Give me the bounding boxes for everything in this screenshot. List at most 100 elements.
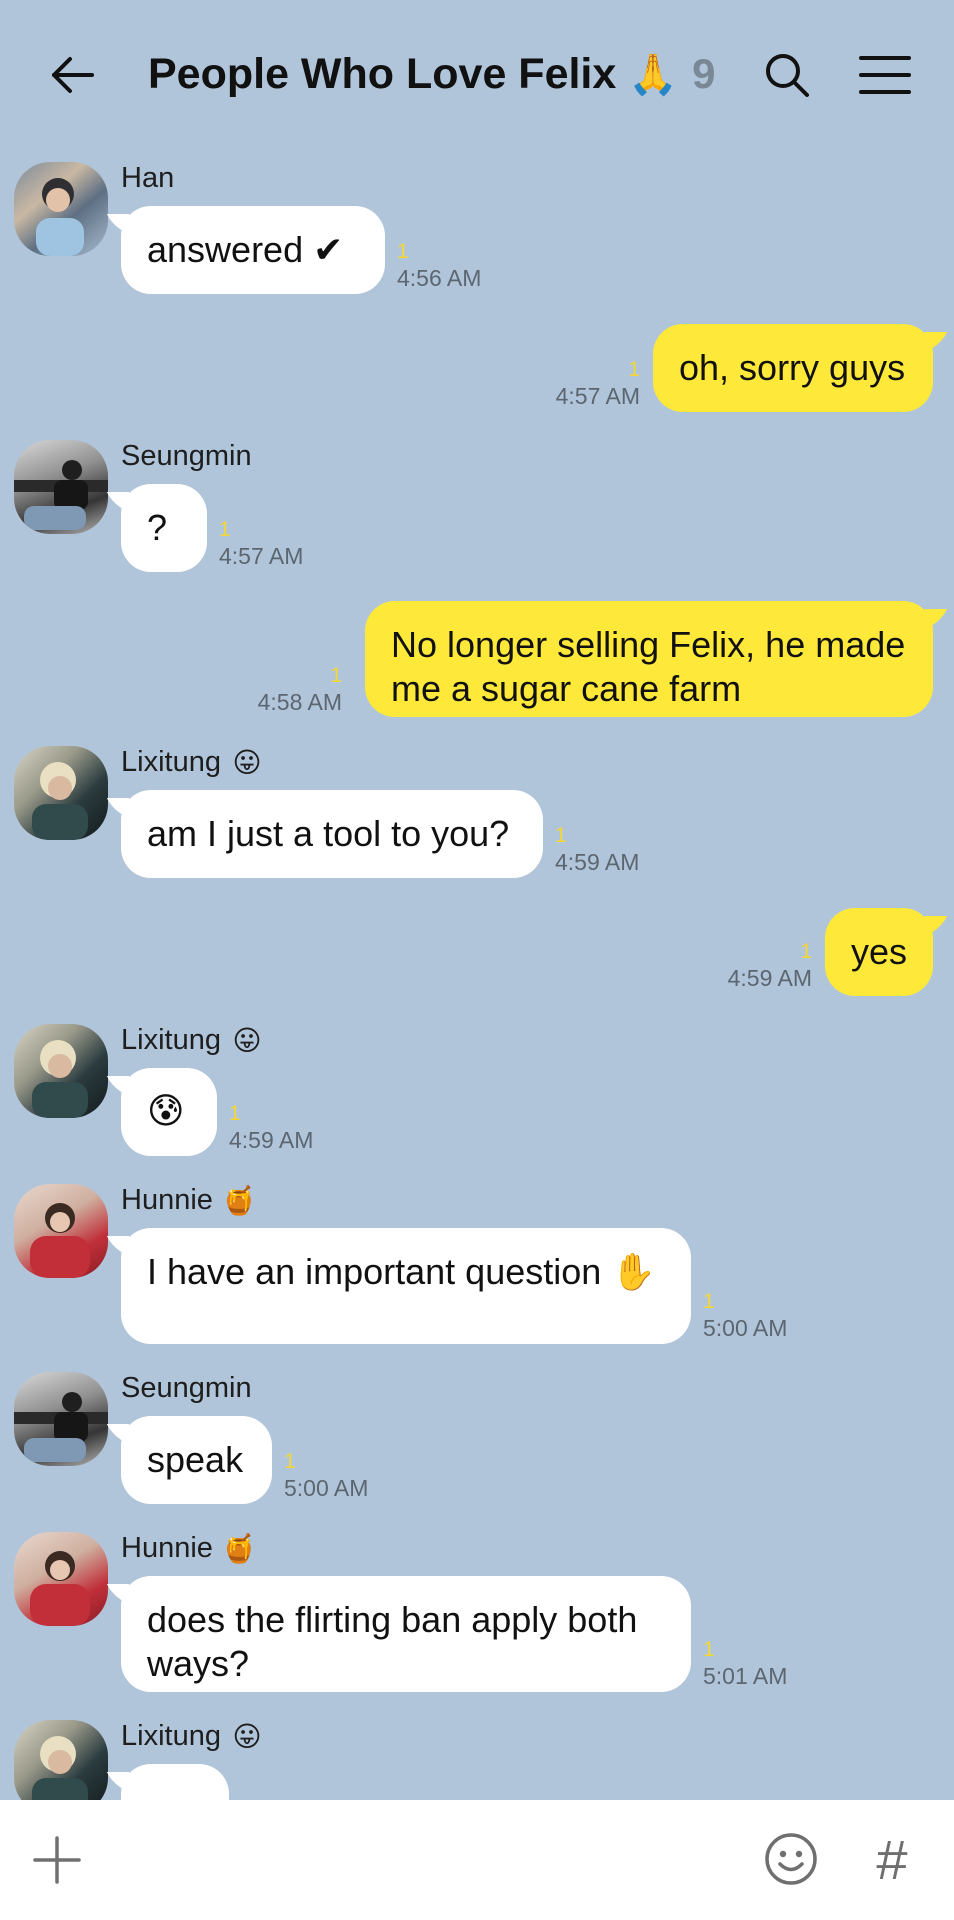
unread-count: 1 bbox=[628, 358, 640, 381]
message-text: answered ✔ bbox=[147, 229, 344, 270]
tongue-emoji: 😛 bbox=[232, 1024, 262, 1057]
avatar-seungmin[interactable] bbox=[14, 1372, 108, 1466]
message-meta: 1 4:56 AM bbox=[397, 240, 481, 292]
chat-title-area[interactable]: People Who Love Felix 🙏 9 bbox=[148, 44, 715, 104]
message-meta: 1 4:59 AM bbox=[728, 940, 812, 992]
message-bubble[interactable]: No longer selling Felix, he made me a su… bbox=[365, 601, 933, 717]
message-bubble[interactable]: I have an important question ✋ bbox=[121, 1228, 691, 1344]
avatar-seungmin[interactable] bbox=[14, 440, 108, 534]
avatar-hunnie[interactable] bbox=[14, 1184, 108, 1278]
message-time: 4:56 AM bbox=[397, 265, 482, 291]
avatar-hunnie-image bbox=[30, 1551, 90, 1626]
avatar-seungmin-image bbox=[14, 1392, 108, 1462]
sender-name-text: Lixitung bbox=[121, 1720, 221, 1752]
message-time: 4:57 AM bbox=[555, 383, 640, 409]
message-text: I have an important question ✋ bbox=[147, 1251, 657, 1292]
message-text: does the flirting ban apply both ways? bbox=[147, 1599, 638, 1684]
menu-button[interactable] bbox=[850, 40, 920, 110]
sender-name: Lixitung 😛 bbox=[121, 1720, 263, 1753]
message-bubble[interactable]: does the flirting ban apply both ways? bbox=[121, 1576, 691, 1692]
message-meta: 1 4:57 AM bbox=[556, 358, 640, 410]
sender-name-text: Hunnie bbox=[121, 1532, 213, 1564]
unread-count: 1 bbox=[800, 940, 812, 963]
back-arrow-icon bbox=[52, 57, 94, 93]
sender-name: Hunnie 🍯 bbox=[121, 1532, 257, 1565]
chat-title: People Who Love Felix bbox=[148, 49, 617, 98]
plus-icon bbox=[33, 1836, 81, 1884]
tongue-emoji: 😛 bbox=[232, 1720, 262, 1753]
message-meta: 1 4:57 AM bbox=[219, 518, 303, 570]
avatar-hunnie[interactable] bbox=[14, 1532, 108, 1626]
sender-name: Lixitung 😛 bbox=[121, 1024, 263, 1057]
message-time: 5:01 AM bbox=[703, 1663, 788, 1689]
unread-count: 1 bbox=[330, 664, 342, 687]
message-bubble[interactable]: answered ✔ bbox=[121, 206, 385, 294]
honey-pot-emoji: 🍯 bbox=[221, 1532, 257, 1565]
message-text: am I just a tool to you? bbox=[147, 813, 510, 854]
message-time: 4:59 AM bbox=[229, 1127, 314, 1153]
sender-name-text: Hunnie bbox=[121, 1184, 213, 1216]
tongue-emoji: 😛 bbox=[232, 746, 262, 779]
hashtag-button[interactable]: # bbox=[862, 1826, 922, 1892]
message-meta: 1 4:59 AM bbox=[555, 824, 639, 876]
honey-pot-emoji: 🍯 bbox=[221, 1184, 257, 1217]
message-bubble[interactable]: 😰 bbox=[121, 1068, 217, 1156]
avatar-lixitung[interactable] bbox=[14, 1024, 108, 1118]
message-text: oh, sorry guys bbox=[679, 347, 906, 388]
avatar-lixitung-image bbox=[32, 762, 88, 840]
message-time: 5:00 AM bbox=[284, 1475, 369, 1501]
sender-name-text: Seungmin bbox=[121, 440, 252, 472]
message-meta: 1 5:00 AM bbox=[703, 1290, 787, 1342]
message-time: 4:59 AM bbox=[555, 849, 640, 875]
unread-count: 1 bbox=[555, 824, 567, 847]
emoji-icon bbox=[765, 1833, 817, 1885]
avatar-han[interactable] bbox=[14, 162, 108, 256]
sender-name: Seungmin bbox=[121, 1372, 252, 1405]
avatar-seungmin-image bbox=[14, 460, 108, 530]
avatar-lixitung-image bbox=[32, 1040, 88, 1118]
back-button[interactable] bbox=[38, 40, 108, 110]
avatar-lixitung[interactable] bbox=[14, 1720, 108, 1800]
sender-name: Han bbox=[121, 162, 174, 195]
message-bubble[interactable]: ? bbox=[121, 484, 207, 572]
chat-header: People Who Love Felix 🙏 9 bbox=[0, 0, 954, 150]
sender-name: Seungmin bbox=[121, 440, 252, 473]
message-text: speak bbox=[147, 1439, 244, 1480]
message-bubble[interactable]: yes bbox=[825, 908, 933, 996]
message-bubble[interactable]: oh, sorry guys bbox=[653, 324, 933, 412]
unread-count: 1 bbox=[229, 1102, 241, 1125]
unread-count: 1 bbox=[397, 240, 409, 263]
message-text: 😰 bbox=[147, 1091, 185, 1132]
message-bubble[interactable]: speak bbox=[121, 1416, 272, 1504]
message-time: 4:59 AM bbox=[727, 965, 812, 991]
message-meta: 1 4:58 AM bbox=[258, 664, 342, 716]
attach-button[interactable] bbox=[26, 1822, 88, 1898]
avatar-hunnie-image bbox=[30, 1203, 90, 1278]
message-meta: 1 4:59 AM bbox=[229, 1102, 313, 1154]
message-input-bar[interactable]: # bbox=[0, 1800, 954, 1920]
member-count: 9 bbox=[692, 50, 716, 97]
sender-name-text: Lixitung bbox=[121, 746, 221, 778]
message-time: 5:00 AM bbox=[703, 1315, 788, 1341]
search-button[interactable] bbox=[752, 40, 822, 110]
unread-count: 1 bbox=[703, 1290, 715, 1313]
sender-name: Hunnie 🍯 bbox=[121, 1184, 257, 1217]
emoji-button[interactable] bbox=[758, 1826, 824, 1892]
sender-name-text: Lixitung bbox=[121, 1024, 221, 1056]
message-meta: 1 5:01 AM bbox=[703, 1638, 787, 1690]
message-text: yes bbox=[851, 931, 908, 972]
message-time: 4:58 AM bbox=[257, 689, 342, 715]
message-list[interactable]: Han answered ✔ 1 4:56 AM 1 4:57 AM oh, s… bbox=[0, 150, 954, 1800]
hashtag-icon: # bbox=[876, 1827, 908, 1891]
message-bubble[interactable] bbox=[121, 1764, 229, 1800]
message-bubble[interactable]: am I just a tool to you? bbox=[121, 790, 543, 878]
sender-name-text: Seungmin bbox=[121, 1372, 252, 1404]
avatar-lixitung-image bbox=[32, 1736, 88, 1800]
avatar-han-image bbox=[36, 178, 84, 256]
message-text: No longer selling Felix, he made me a su… bbox=[391, 624, 906, 709]
avatar-lixitung[interactable] bbox=[14, 746, 108, 840]
hamburger-menu-icon bbox=[859, 56, 911, 94]
sender-name-text: Han bbox=[121, 162, 175, 194]
message-text: ? bbox=[147, 507, 168, 548]
sender-name: Lixitung 😛 bbox=[121, 746, 263, 779]
